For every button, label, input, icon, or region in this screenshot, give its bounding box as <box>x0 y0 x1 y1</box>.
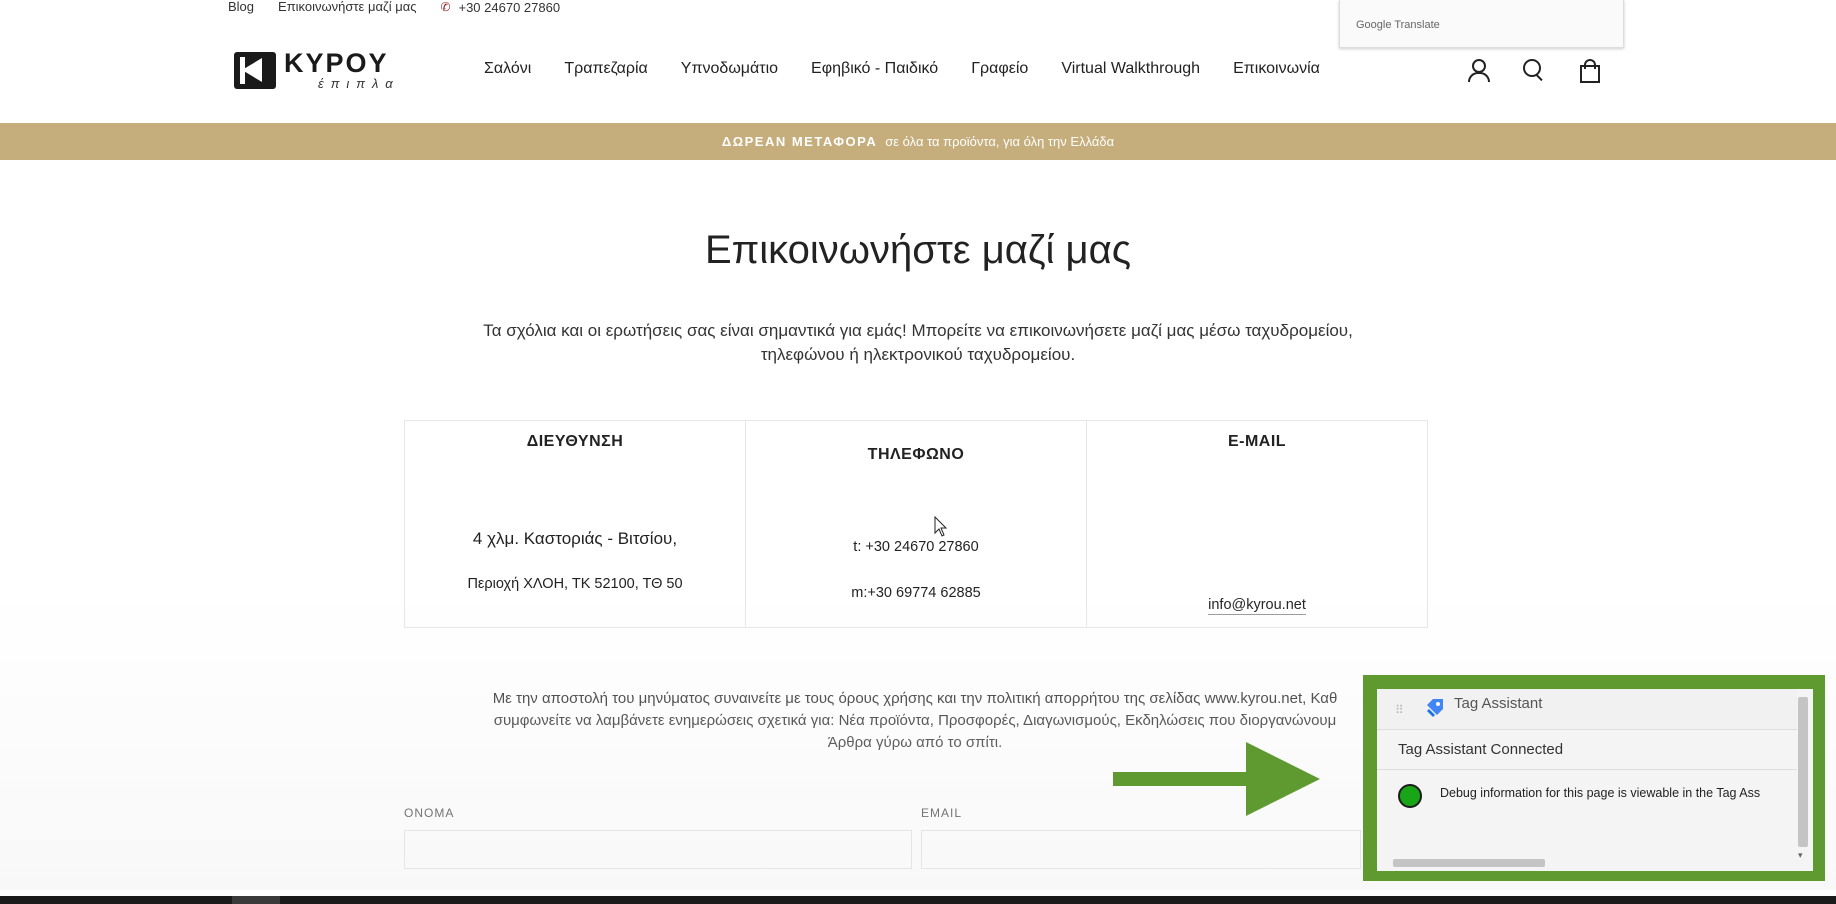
phone-column: ΤΗΛΕΦΩΝΟ t: +30 24670 27860 m:+30 69774 … <box>746 421 1087 627</box>
phone-link[interactable]: ✆ +30 24670 27860 <box>440 0 560 14</box>
phone-line-1[interactable]: t: +30 24670 27860 <box>746 539 1086 555</box>
name-label: ΟΝΟΜΑ <box>404 806 455 820</box>
account-icon[interactable] <box>1466 58 1490 82</box>
tag-assistant-title: Tag Assistant <box>1454 695 1543 712</box>
address-line-1: 4 χλμ. Καστοριάς - Βιτσίου, <box>472 529 678 548</box>
tag-assistant-panel[interactable]: ⠿ Tag Assistant Tag Assistant Connected … <box>1377 689 1813 871</box>
phone-line-2[interactable]: m:+30 69774 62885 <box>746 585 1086 601</box>
email-heading: E-MAIL <box>1227 433 1287 450</box>
name-input[interactable] <box>404 830 912 869</box>
bottom-bar-segment <box>232 896 280 904</box>
search-icon[interactable] <box>1522 58 1546 82</box>
consent-line-2: συμφωνείτε να λαμβάνετε ενημερώσεις σχετ… <box>493 712 1337 729</box>
tag-divider <box>1377 769 1797 770</box>
address-line-2: Περιοχή ΧΛΟΗ, ΤΚ 52100, ΤΘ 50 <box>467 576 683 592</box>
logo-name: KYPOY <box>284 48 389 78</box>
connected-status-dot-icon <box>1398 784 1422 808</box>
google-translate-label: Google Translate <box>1356 19 1440 31</box>
nav-item-trapezaria[interactable]: Τραπεζαρία <box>564 60 647 78</box>
google-translate-widget[interactable]: Google Translate <box>1339 0 1624 48</box>
address-column: ΔΙΕΥΘΥΝΣΗ 4 χλμ. Καστοριάς - Βιτσίου, Πε… <box>405 421 746 627</box>
nav-item-ypnodomatio[interactable]: Υπνοδωμάτιο <box>681 60 778 78</box>
address-heading: ΔΙΕΥΘΥΝΣΗ <box>526 433 624 450</box>
scroll-down-arrow-icon[interactable]: ▾ <box>1798 850 1803 861</box>
drag-grip-icon[interactable]: ⠿ <box>1395 703 1404 717</box>
logo-mark-icon <box>234 51 276 89</box>
consent-line-1: Με την αποστολή του μηνύματος συναινείτε… <box>492 690 1338 707</box>
nav-item-grafeio[interactable]: Γραφείο <box>971 60 1028 78</box>
site-logo[interactable]: KYPOY έπιπλα <box>234 48 414 91</box>
mouse-cursor-icon <box>934 516 948 537</box>
bottom-dark-bar <box>0 896 1836 904</box>
phone-number: +30 24670 27860 <box>458 0 561 15</box>
email-label: EMAIL <box>921 806 963 820</box>
cart-icon[interactable] <box>1578 58 1602 83</box>
email-input[interactable] <box>921 830 1361 869</box>
nav-item-efiviko-paidiko[interactable]: Εφηβικό - Παιδικό <box>811 60 938 78</box>
announcement-text: σε όλα τα προϊόντα, για όλη την Ελλάδα <box>885 134 1115 149</box>
nav-item-virtual-walkthrough[interactable]: Virtual Walkthrough <box>1061 60 1200 78</box>
page-intro: Τα σχόλια και οι ερωτήσεις σας είναι σημ… <box>420 319 1416 367</box>
tag-horizontal-scrollbar[interactable] <box>1393 859 1545 867</box>
contact-info-table: ΔΙΕΥΘΥΝΣΗ 4 χλμ. Καστοριάς - Βιτσίου, Πε… <box>404 420 1428 628</box>
header-icons <box>1466 58 1602 83</box>
tag-assistant-icon <box>1427 699 1443 717</box>
logo-subtitle: έπιπλα <box>318 76 400 91</box>
announcement-bold: ΔΩΡΕΑΝ ΜΕΤΑΦΟΡΑ <box>721 134 878 149</box>
tag-vertical-scrollbar[interactable] <box>1798 697 1808 847</box>
email-column: E-MAIL info@kyrou.net <box>1087 421 1427 627</box>
main-nav: Σαλόνι Τραπεζαρία Υπνοδωμάτιο Εφηβικό - … <box>484 60 1320 78</box>
green-arrow-head-icon <box>1246 742 1320 816</box>
utility-bar: Blog Επικοινωνήστε μαζί μας ✆ +30 24670 … <box>228 0 560 14</box>
intro-line-1: Τα σχόλια και οι ερωτήσεις σας είναι σημ… <box>483 321 1353 340</box>
phone-icon: ✆ <box>440 0 451 14</box>
announcement-bar: ΔΩΡΕΑΝ ΜΕΤΑΦΟΡΑ σε όλα τα προϊόντα, για … <box>0 123 1836 160</box>
nav-item-epikoinonia[interactable]: Επικοινωνία <box>1233 60 1320 78</box>
email-link[interactable]: info@kyrou.net <box>1208 597 1306 615</box>
tag-assistant-header: ⠿ Tag Assistant <box>1377 689 1797 730</box>
intro-line-2: τηλεφώνου ή ηλεκτρονικού ταχυδρομείου. <box>760 345 1076 364</box>
nav-item-saloni[interactable]: Σαλόνι <box>484 60 531 78</box>
green-arrow-shaft <box>1113 772 1248 786</box>
phone-heading: ΤΗΛΕΦΩΝΟ <box>867 446 965 463</box>
contact-link[interactable]: Επικοινωνήστε μαζί μας <box>278 0 416 14</box>
tag-assistant-debug-text: Debug information for this page is viewa… <box>1440 786 1761 800</box>
page-title: Επικοινωνήστε μαζί μας <box>705 228 1131 272</box>
tag-assistant-status: Tag Assistant Connected <box>1398 741 1564 758</box>
blog-link[interactable]: Blog <box>228 0 254 14</box>
